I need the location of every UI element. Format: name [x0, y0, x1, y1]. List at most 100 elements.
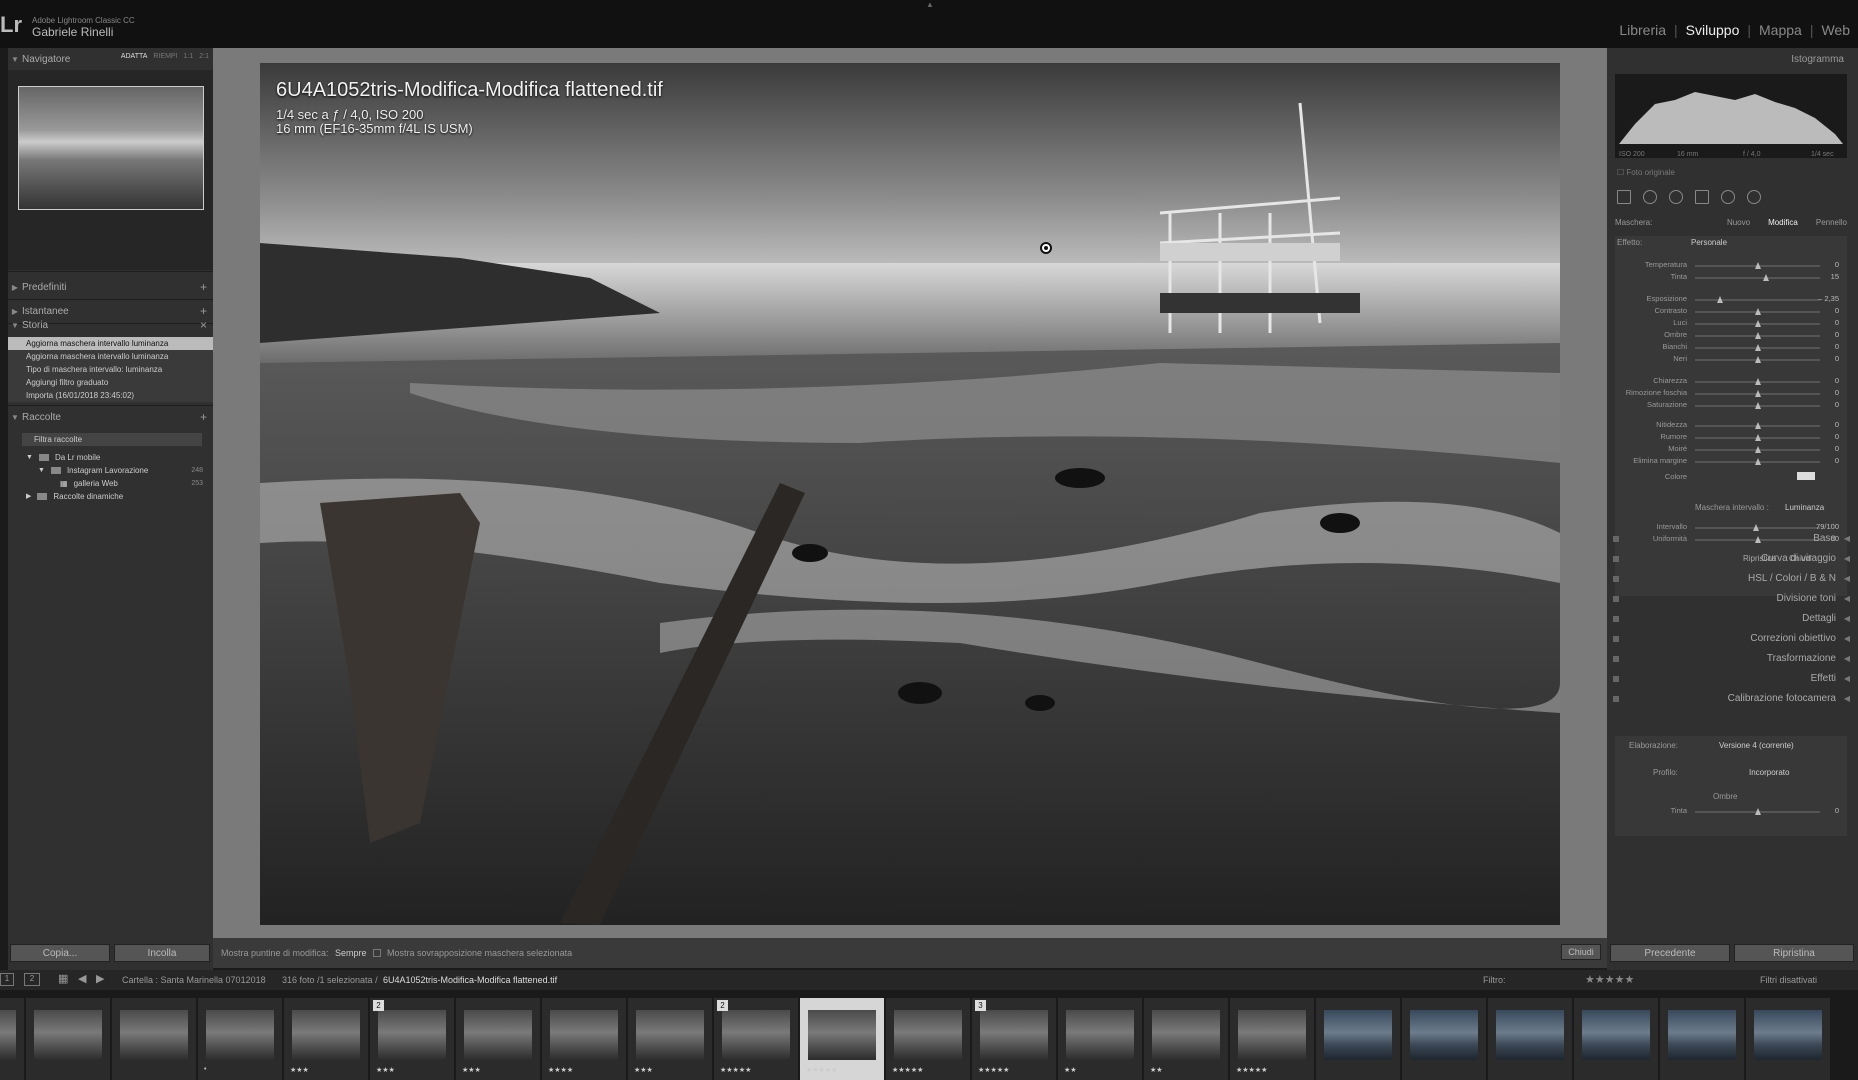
mask-brush[interactable]: Pennello: [1816, 218, 1847, 232]
slider-value[interactable]: 0: [1835, 420, 1839, 429]
section-toggle-icon[interactable]: [1613, 636, 1619, 642]
slider-knob[interactable]: [1717, 296, 1723, 303]
history-item[interactable]: Aggiorna maschera intervallo luminanza: [8, 350, 213, 363]
range-mask-select[interactable]: Luminanza: [1785, 503, 1824, 512]
section-collapse-icon[interactable]: ◀: [1844, 548, 1850, 570]
filmstrip-thumbnail[interactable]: •: [0, 998, 24, 1080]
slider-knob[interactable]: [1754, 402, 1761, 409]
adjust-slider-ombre[interactable]: Ombre 0: [1615, 330, 1847, 342]
section-collapse-icon[interactable]: ◀: [1844, 528, 1850, 550]
nav-2to1-option[interactable]: 2:1: [199, 53, 209, 60]
slider-value[interactable]: 0: [1835, 432, 1839, 441]
slider-knob[interactable]: [1754, 308, 1761, 315]
history-item[interactable]: Aggiungi filtro graduato: [8, 376, 213, 389]
section-collapse-icon[interactable]: ◀: [1844, 628, 1850, 650]
module-mappa[interactable]: Mappa: [1751, 22, 1810, 38]
slider-knob[interactable]: [1763, 274, 1770, 281]
slider-knob[interactable]: [1754, 434, 1761, 441]
history-header[interactable]: ▼ Storia ×: [8, 314, 213, 336]
adjust-slider-saturazione[interactable]: Saturazione 0: [1615, 400, 1847, 412]
effect-select[interactable]: Personale: [1691, 238, 1727, 247]
slider-value[interactable]: 0: [1835, 400, 1839, 409]
radial-filter-icon[interactable]: [1721, 190, 1735, 204]
collections-header[interactable]: ▼ Raccolte +: [8, 406, 213, 428]
collections-filter-input[interactable]: Filtra raccolte: [22, 433, 202, 446]
slider-value[interactable]: – 2,35: [1818, 294, 1839, 303]
edit-pin[interactable]: [1040, 242, 1052, 254]
adjustment-brush-icon[interactable]: [1747, 190, 1761, 204]
adjust-slider-nitidezza[interactable]: Nitidezza 0: [1615, 420, 1847, 432]
section-toggle-icon[interactable]: [1613, 556, 1619, 562]
section-collapse-icon[interactable]: ◀: [1844, 688, 1850, 710]
screen1-button[interactable]: 1: [0, 973, 14, 986]
adjust-slider-chiarezza[interactable]: Chiarezza 0: [1615, 376, 1847, 388]
section-header[interactable]: HSL / Colori / B & N ◀: [1607, 568, 1858, 590]
forward-arrow-icon[interactable]: ▶: [96, 972, 104, 985]
filmstrip-thumbnail[interactable]: ★★★★★: [800, 998, 884, 1080]
previous-button[interactable]: Precedente: [1610, 944, 1730, 962]
process-select[interactable]: Versione 4 (corrente): [1719, 741, 1794, 750]
mask-edit[interactable]: Modifica: [1768, 218, 1798, 232]
reset-button[interactable]: Ripristina: [1734, 944, 1854, 962]
section-collapse-icon[interactable]: ◀: [1844, 648, 1850, 670]
filmstrip-thumbnail[interactable]: 3 ★★★★★: [972, 998, 1056, 1080]
slider-value[interactable]: 0: [1835, 330, 1839, 339]
section-header[interactable]: Effetti ◀: [1607, 668, 1858, 690]
module-sviluppo[interactable]: Sviluppo: [1678, 22, 1748, 38]
adjust-slider-bianchi[interactable]: Bianchi 0: [1615, 342, 1847, 354]
image-canvas[interactable]: 6U4A1052tris-Modifica-Modifica flattened…: [213, 48, 1607, 938]
redeye-icon[interactable]: [1669, 190, 1683, 204]
slider-knob[interactable]: [1754, 344, 1761, 351]
adjust-slider-temperatura[interactable]: Temperatura 0: [1615, 260, 1847, 272]
slider-value[interactable]: 0: [1835, 260, 1839, 269]
nav-fit-option[interactable]: ADATTA: [121, 53, 148, 60]
current-file[interactable]: 6U4A1052tris-Modifica-Modifica flattened…: [383, 975, 557, 985]
collection-item[interactable]: ▶ Raccolte dinamiche: [26, 490, 211, 503]
collapse-top-icon[interactable]: ▲: [926, 0, 934, 9]
slider-knob[interactable]: [1754, 320, 1761, 327]
add-collection-icon[interactable]: +: [200, 410, 207, 424]
adjust-slider-moir-[interactable]: Moiré 0: [1615, 444, 1847, 456]
filmstrip-thumbnail[interactable]: ★★★★★: [1230, 998, 1314, 1080]
filmstrip-thumbnail[interactable]: [1574, 998, 1658, 1080]
mask-new[interactable]: Nuovo: [1727, 218, 1750, 232]
section-header[interactable]: Curva di viraggio ◀: [1607, 548, 1858, 570]
spot-removal-icon[interactable]: [1643, 190, 1657, 204]
section-collapse-icon[interactable]: ◀: [1844, 608, 1850, 630]
slider-knob[interactable]: [1754, 332, 1761, 339]
filmstrip-thumbnail[interactable]: •: [198, 998, 282, 1080]
section-header[interactable]: Dettagli ◀: [1607, 608, 1858, 630]
slider-value[interactable]: 0: [1835, 388, 1839, 397]
section-toggle-icon[interactable]: [1613, 696, 1619, 702]
graduated-filter-icon[interactable]: [1695, 190, 1709, 204]
section-toggle-icon[interactable]: [1613, 596, 1619, 602]
module-web[interactable]: Web: [1813, 22, 1858, 38]
filmstrip-thumbnail[interactable]: [112, 998, 196, 1080]
filmstrip-thumbnail[interactable]: [26, 998, 110, 1080]
filmstrip-thumbnail[interactable]: [1746, 998, 1830, 1080]
slider-value[interactable]: 0: [1835, 318, 1839, 327]
section-collapse-icon[interactable]: ◀: [1844, 588, 1850, 610]
crop-tool-icon[interactable]: [1617, 190, 1631, 204]
close-tool-button[interactable]: Chiudi: [1561, 944, 1601, 960]
section-header[interactable]: Correzioni obiettivo ◀: [1607, 628, 1858, 650]
mask-overlay-checkbox[interactable]: [373, 949, 381, 957]
nav-fill-option[interactable]: RIEMPI: [153, 53, 177, 60]
slider-knob[interactable]: [1754, 458, 1761, 465]
collection-item[interactable]: ▦ galleria Web 253: [60, 477, 213, 490]
presets-header[interactable]: ▶ Predefiniti +: [8, 276, 213, 298]
grid-view-icon[interactable]: ▦: [58, 972, 68, 985]
section-toggle-icon[interactable]: [1613, 616, 1619, 622]
filter-state-select[interactable]: Filtri disattivati: [1760, 975, 1817, 985]
section-toggle-icon[interactable]: [1613, 656, 1619, 662]
section-toggle-icon[interactable]: [1613, 676, 1619, 682]
rating-filter-stars[interactable]: ★★★★★: [1585, 973, 1634, 986]
color-swatch[interactable]: [1797, 472, 1815, 480]
adjust-slider-contrasto[interactable]: Contrasto 0: [1615, 306, 1847, 318]
slider-track[interactable]: [1695, 277, 1820, 279]
back-arrow-icon[interactable]: ◀: [78, 972, 86, 985]
filmstrip-thumbnail[interactable]: ★★★: [284, 998, 368, 1080]
slider-value[interactable]: 0: [1835, 444, 1839, 453]
nav-1to1-option[interactable]: 1:1: [184, 53, 194, 60]
folder-source[interactable]: Cartella : Santa Marinella 07012018: [122, 975, 266, 985]
